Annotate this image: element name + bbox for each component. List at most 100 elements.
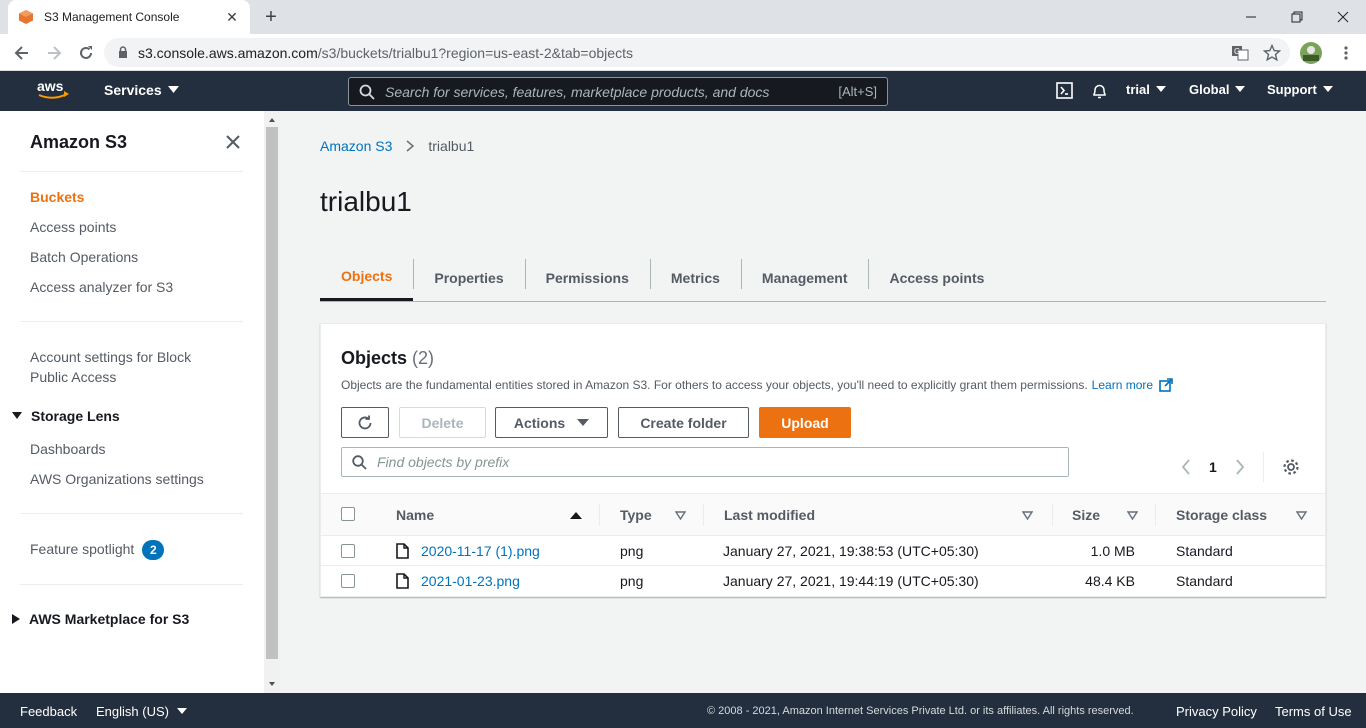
support-menu[interactable]: Support bbox=[1267, 82, 1333, 97]
footer: Feedback English (US) © 2008 - 2021, Ama… bbox=[0, 693, 1366, 728]
sidebar-divider bbox=[20, 171, 243, 172]
previous-page-icon[interactable] bbox=[1181, 459, 1191, 475]
region-name: Global bbox=[1189, 82, 1230, 97]
aws-search-input[interactable]: Search for services, features, marketpla… bbox=[348, 77, 888, 106]
find-objects-input[interactable]: Find objects by prefix bbox=[341, 447, 1069, 477]
column-header-name[interactable]: Name bbox=[396, 494, 582, 536]
sidebar-item-access-analyzer[interactable]: Access analyzer for S3 bbox=[30, 277, 173, 297]
notifications-bell-icon[interactable] bbox=[1091, 82, 1108, 99]
settings-gear-icon[interactable] bbox=[1282, 458, 1300, 476]
row-checkbox[interactable] bbox=[341, 544, 355, 558]
sidebar-item-organizations-settings[interactable]: AWS Organizations settings bbox=[30, 469, 204, 489]
sort-icon bbox=[675, 510, 686, 520]
sidebar-title: Amazon S3 bbox=[30, 132, 128, 152]
object-size-cell: 1.0 MB bbox=[1090, 543, 1135, 559]
forward-icon[interactable] bbox=[42, 41, 66, 65]
caret-down-icon bbox=[1322, 86, 1333, 92]
tab-properties[interactable]: Properties bbox=[413, 254, 524, 301]
column-divider bbox=[599, 504, 600, 526]
cloudshell-icon[interactable] bbox=[1056, 82, 1073, 99]
new-tab-button[interactable]: + bbox=[260, 5, 282, 29]
window-close-icon[interactable] bbox=[1320, 0, 1366, 34]
sidebar-item-access-points[interactable]: Access points bbox=[30, 217, 116, 237]
privacy-policy-link[interactable]: Privacy Policy bbox=[1176, 704, 1257, 719]
account-menu[interactable]: trial bbox=[1126, 82, 1166, 97]
caret-down-icon bbox=[167, 86, 179, 93]
sidebar-scrollbar[interactable] bbox=[264, 111, 280, 693]
close-icon[interactable] bbox=[224, 133, 242, 151]
caret-right-icon bbox=[12, 614, 20, 624]
sort-icon bbox=[1127, 510, 1138, 520]
bookmark-star-icon[interactable] bbox=[1260, 41, 1284, 65]
objects-table-header: Name Type Last modified Size Storage cla… bbox=[321, 493, 1325, 536]
column-header-type[interactable]: Type bbox=[620, 494, 686, 536]
actions-label: Actions bbox=[513, 414, 566, 431]
svg-text:aws: aws bbox=[37, 78, 64, 94]
scroll-down-arrow-icon[interactable] bbox=[264, 678, 280, 690]
sidebar-item-account-settings[interactable]: Account settings for Block Public Access bbox=[30, 347, 230, 387]
upload-button[interactable]: Upload bbox=[759, 407, 851, 438]
column-header-last-modified[interactable]: Last modified bbox=[724, 494, 1033, 536]
language-selector[interactable]: English (US) bbox=[96, 704, 187, 719]
tab-metrics[interactable]: Metrics bbox=[649, 254, 741, 301]
tab-close-icon[interactable]: ✕ bbox=[224, 9, 240, 26]
tab-management[interactable]: Management bbox=[740, 254, 869, 301]
translate-icon[interactable]: G bbox=[1228, 41, 1252, 65]
aws-logo-icon[interactable]: aws bbox=[36, 78, 70, 102]
sidebar-section-marketplace[interactable]: AWS Marketplace for S3 bbox=[12, 611, 189, 627]
select-all-checkbox[interactable] bbox=[341, 507, 355, 521]
tab-permissions[interactable]: Permissions bbox=[524, 254, 650, 301]
scroll-up-arrow-icon[interactable] bbox=[264, 114, 280, 126]
column-divider bbox=[1052, 504, 1053, 526]
notification-count-badge: 2 bbox=[142, 540, 165, 560]
object-storage-class-cell: Standard bbox=[1176, 573, 1233, 589]
sidebar-item-dashboards[interactable]: Dashboards bbox=[30, 439, 106, 459]
minimize-icon[interactable] bbox=[1228, 0, 1274, 34]
url-bar[interactable]: s3.console.aws.amazon.com/s3/buckets/tri… bbox=[104, 38, 1290, 67]
browser-tab[interactable]: S3 Management Console ✕ bbox=[8, 0, 250, 34]
search-placeholder: Search for services, features, marketpla… bbox=[385, 83, 770, 100]
feedback-link[interactable]: Feedback bbox=[20, 704, 77, 719]
object-name-link[interactable]: 2020-11-17 (1).png bbox=[421, 543, 540, 559]
next-page-icon[interactable] bbox=[1235, 459, 1245, 475]
services-menu[interactable]: Services bbox=[104, 82, 179, 98]
restore-icon[interactable] bbox=[1274, 0, 1320, 34]
sidebar-item-buckets[interactable]: Buckets bbox=[30, 187, 84, 207]
table-row[interactable]: 2020-11-17 (1).png png January 27, 2021,… bbox=[321, 536, 1325, 566]
external-link-icon[interactable] bbox=[1159, 378, 1173, 392]
actions-button[interactable]: Actions bbox=[495, 407, 608, 438]
object-name-link[interactable]: 2021-01-23.png bbox=[421, 573, 520, 589]
breadcrumb: Amazon S3 trialbu1 bbox=[320, 138, 474, 154]
column-header-size[interactable]: Size bbox=[1072, 494, 1138, 536]
breadcrumb-link-amazon-s3[interactable]: Amazon S3 bbox=[320, 138, 392, 154]
current-page-number[interactable]: 1 bbox=[1209, 459, 1217, 475]
marketplace-label: AWS Marketplace for S3 bbox=[29, 611, 190, 627]
profile-avatar[interactable] bbox=[1299, 41, 1323, 65]
scrollbar-thumb[interactable] bbox=[266, 127, 278, 659]
browser-menu-icon[interactable] bbox=[1334, 41, 1358, 65]
sidebar-item-batch-operations[interactable]: Batch Operations bbox=[30, 247, 138, 267]
row-checkbox[interactable] bbox=[341, 574, 355, 588]
create-folder-button[interactable]: Create folder bbox=[618, 407, 749, 438]
column-header-storage-class[interactable]: Storage class bbox=[1176, 494, 1307, 536]
file-icon bbox=[396, 573, 409, 589]
terms-of-use-link[interactable]: Terms of Use bbox=[1275, 704, 1352, 719]
caret-down-icon bbox=[12, 412, 22, 419]
sidebar-item-feature-spotlight[interactable]: Feature spotlight 2 bbox=[30, 539, 165, 560]
region-menu[interactable]: Global bbox=[1189, 82, 1246, 97]
aws-header: aws Services Search for services, featur… bbox=[0, 71, 1366, 111]
tab-objects[interactable]: Objects bbox=[320, 254, 414, 301]
feature-spotlight-label: Feature spotlight bbox=[30, 541, 135, 557]
svg-text:G: G bbox=[1234, 47, 1240, 56]
table-row[interactable]: 2021-01-23.png png January 27, 2021, 19:… bbox=[321, 566, 1325, 596]
learn-more-link[interactable]: Learn more bbox=[1092, 378, 1153, 392]
search-icon bbox=[352, 454, 367, 470]
search-shortcut: [Alt+S] bbox=[838, 84, 877, 99]
tab-access-points[interactable]: Access points bbox=[868, 254, 1005, 301]
delete-button[interactable]: Delete bbox=[399, 407, 486, 438]
sidebar-section-storage-lens[interactable]: Storage Lens bbox=[12, 408, 120, 424]
reload-icon[interactable] bbox=[74, 41, 98, 65]
refresh-button[interactable] bbox=[341, 407, 389, 438]
back-icon[interactable] bbox=[10, 41, 34, 65]
bucket-tabs: Objects Properties Permissions Metrics M… bbox=[320, 254, 1326, 302]
